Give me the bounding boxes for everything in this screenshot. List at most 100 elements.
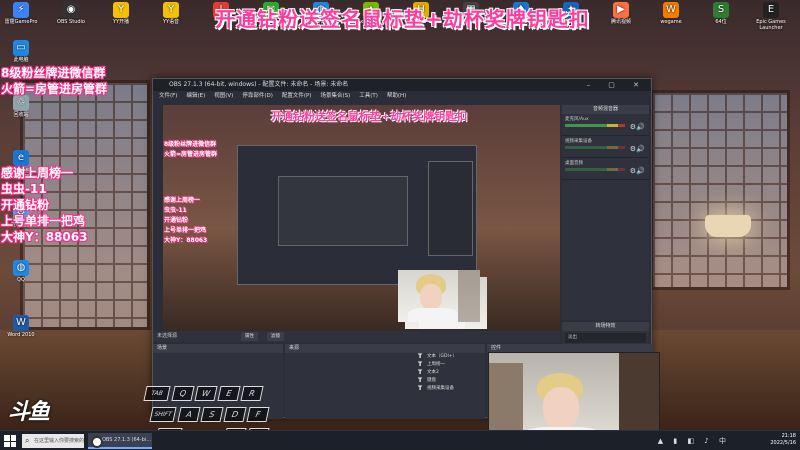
app-icon: e [13,150,29,166]
menu-item[interactable]: 帮助(H) [387,91,406,102]
key-e: E [217,386,241,401]
desktop-icon[interactable]: S 64位 [702,2,740,25]
desktop-icon-label: YY开播 [112,19,130,25]
window-controls[interactable]: – ▢ ✕ [587,79,647,91]
menu-item[interactable]: 场景集合(S) [320,91,350,102]
preview-overlay-line: 感谢上周榜一 [164,197,201,204]
desktop-icon-label: 腾讯视频 [610,19,631,25]
gear-icon[interactable]: ⚙ [630,145,636,153]
overlay-line: 虫虫-11 [1,182,47,196]
source-item[interactable]: 文本2 [415,369,485,377]
desktop-icon[interactable]: Y YY语音 [152,2,190,25]
desktop-icon[interactable]: ▭ 此电脑 [2,40,40,63]
channel-name: 麦克风/Aux [565,117,589,122]
app-icon: ▶ [613,2,629,18]
overlay-line: 火箭=房管进房管群 [1,82,108,96]
desktop-icon-label: QQ [17,277,25,283]
preview-scene: 开通钻粉送签名鼠标垫+劫杯奖牌钥匙扣 8级粉丝牌进微信群 火箭=房管进房管群 感谢上… [163,105,560,330]
speaker-icon[interactable]: 🔊 [636,167,645,175]
volume-meter[interactable] [565,124,625,127]
desktop-icon-label: 此电脑 [13,57,29,63]
desktop-icon-label: YY语音 [162,19,180,25]
app-icon: ⚡ [13,2,29,18]
key-shift: SHIFT [149,407,177,422]
nested-obs-mixer [428,161,473,256]
gear-icon[interactable]: ⚙ [630,167,636,175]
clock-date: 2022/5/16 [770,440,796,446]
desktop-icon[interactable]: ⚡ 雷霆GamePro [2,2,40,25]
source-item[interactable]: 上周榜一 [415,361,485,369]
transitions-title: 转场特效 [562,322,649,331]
mixer-channel[interactable]: 视频采集设备 ⚙ 🔊 [562,136,649,158]
menu-item[interactable]: 停靠部件(D) [242,91,273,102]
audio-mixer-title: 音频混音器 [562,105,649,114]
start-button[interactable] [4,435,16,447]
overlay-line: 8级粉丝牌进微信群 [1,66,106,80]
source-item[interactable]: 文本（GDI+） [415,353,485,361]
nested-obs-preview [237,145,477,285]
system-tray-icons[interactable]: ▲ ▮ ◧ ♪ 中 [658,436,730,446]
key-r: R [240,386,264,401]
obs-titlebar[interactable]: OBS 27.1.3 (64-bit, windows) - 配置文件: 未命名… [153,79,651,91]
overlay-line: 大神Y：88063 [1,230,88,244]
properties-button[interactable]: 属性 [241,332,258,341]
app-icon: ♲ [13,95,29,111]
desktop-icon[interactable]: W Word 2010 [2,315,40,338]
sources-dock[interactable]: 来源 文本（GDI+）上周榜一文本2键盘视频采集设备 [285,344,485,419]
source-toolbar: 未选择源 属性 滤镜 [153,331,560,342]
taskbar-search-input[interactable]: 在这里输入你要搜索的内容 [22,434,84,448]
gear-icon[interactable]: ⚙ [630,123,636,131]
obs-menubar: 文件(F) 编辑(E) 视图(V) 停靠部件(D) 配置文件(P) 场景集合(S) 工具(T… [153,91,651,102]
obs-preview[interactable]: 开通钻粉送签名鼠标垫+劫杯奖牌钥匙扣 8级粉丝牌进微信群 火箭=房管进房管群 感谢上… [163,105,560,330]
app-icon: Y [113,2,129,18]
transition-select[interactable]: 淡出 [565,333,646,343]
nested-obs-preview-inner [278,176,408,246]
desktop-icon[interactable]: Y YY开播 [102,2,140,25]
source-item[interactable]: 视频采集设备 [415,385,485,393]
desktop-icon[interactable]: ♲ 回收站 [2,95,40,118]
speaker-icon[interactable]: 🔊 [636,123,645,131]
menu-item[interactable]: 配置文件(P) [282,91,312,102]
speaker-icon[interactable]: 🔊 [636,145,645,153]
audio-mixer-dock: 音频混音器 麦克风/Aux ⚙ 🔊 视频采集设备 ⚙ 🔊 桌面音频 ⚙ 🔊 [562,105,649,320]
volume-meter[interactable] [565,168,625,171]
key-f: F [246,407,270,422]
preview-overlay-line: 开通钻粉 [164,217,189,224]
desktop-icon-label: 64位 [715,19,727,25]
menu-item[interactable]: 编辑(E) [186,91,205,102]
volume-meter[interactable] [565,146,625,149]
desktop-icon[interactable]: ◍ QQ [2,260,40,283]
obs-title-text: OBS 27.1.3 (64-bit, windows) - 配置文件: 未命名… [169,81,349,88]
mixer-channel[interactable]: 桌面音频 ⚙ 🔊 [562,158,649,180]
mixer-channel[interactable]: 麦克风/Aux ⚙ 🔊 [562,114,649,136]
app-icon: E [763,2,779,18]
desktop-icon-label: 雷霆GamePro [4,19,38,25]
taskbar-clock[interactable]: 21:18 2022/5/16 [770,433,796,447]
overlay-line: 开通钻粉 [1,198,50,212]
app-icon: ◍ [13,260,29,276]
transition-type: 淡出 [568,335,577,340]
scenes-title: 场景 [153,344,283,353]
desktop-icon[interactable]: ▶ 腾讯视频 [602,2,640,25]
desktop-icon-label: Epic Games Launcher [756,19,786,31]
filters-button[interactable]: 滤镜 [267,332,284,341]
desktop-icon[interactable]: ◉ OBS Studio [52,2,90,25]
key-tab: TAB [143,386,171,401]
desktop-icon[interactable]: E Epic Games Launcher [752,2,790,31]
app-icon: ◉ [63,2,79,18]
channel-name: 视频采集设备 [565,139,592,144]
app-icon: Y [163,2,179,18]
webcam-small [398,270,480,322]
clock-time: 21:18 [781,433,796,439]
key-d: D [223,407,247,422]
menu-item[interactable]: 工具(T) [359,91,378,102]
taskbar-app-obs[interactable]: OBS 27.1.3 (64-bi... [88,433,152,449]
menu-item[interactable]: 文件(F) [159,91,177,102]
source-item[interactable]: 键盘 [415,377,485,385]
app-icon: W [663,2,679,18]
key-s: S [200,407,224,422]
douyu-logo: 斗鱼 [8,400,50,425]
desktop-icon-label: 回收站 [13,112,29,118]
menu-item[interactable]: 视图(V) [214,91,233,102]
desktop-icon[interactable]: Wwegame [652,2,690,25]
